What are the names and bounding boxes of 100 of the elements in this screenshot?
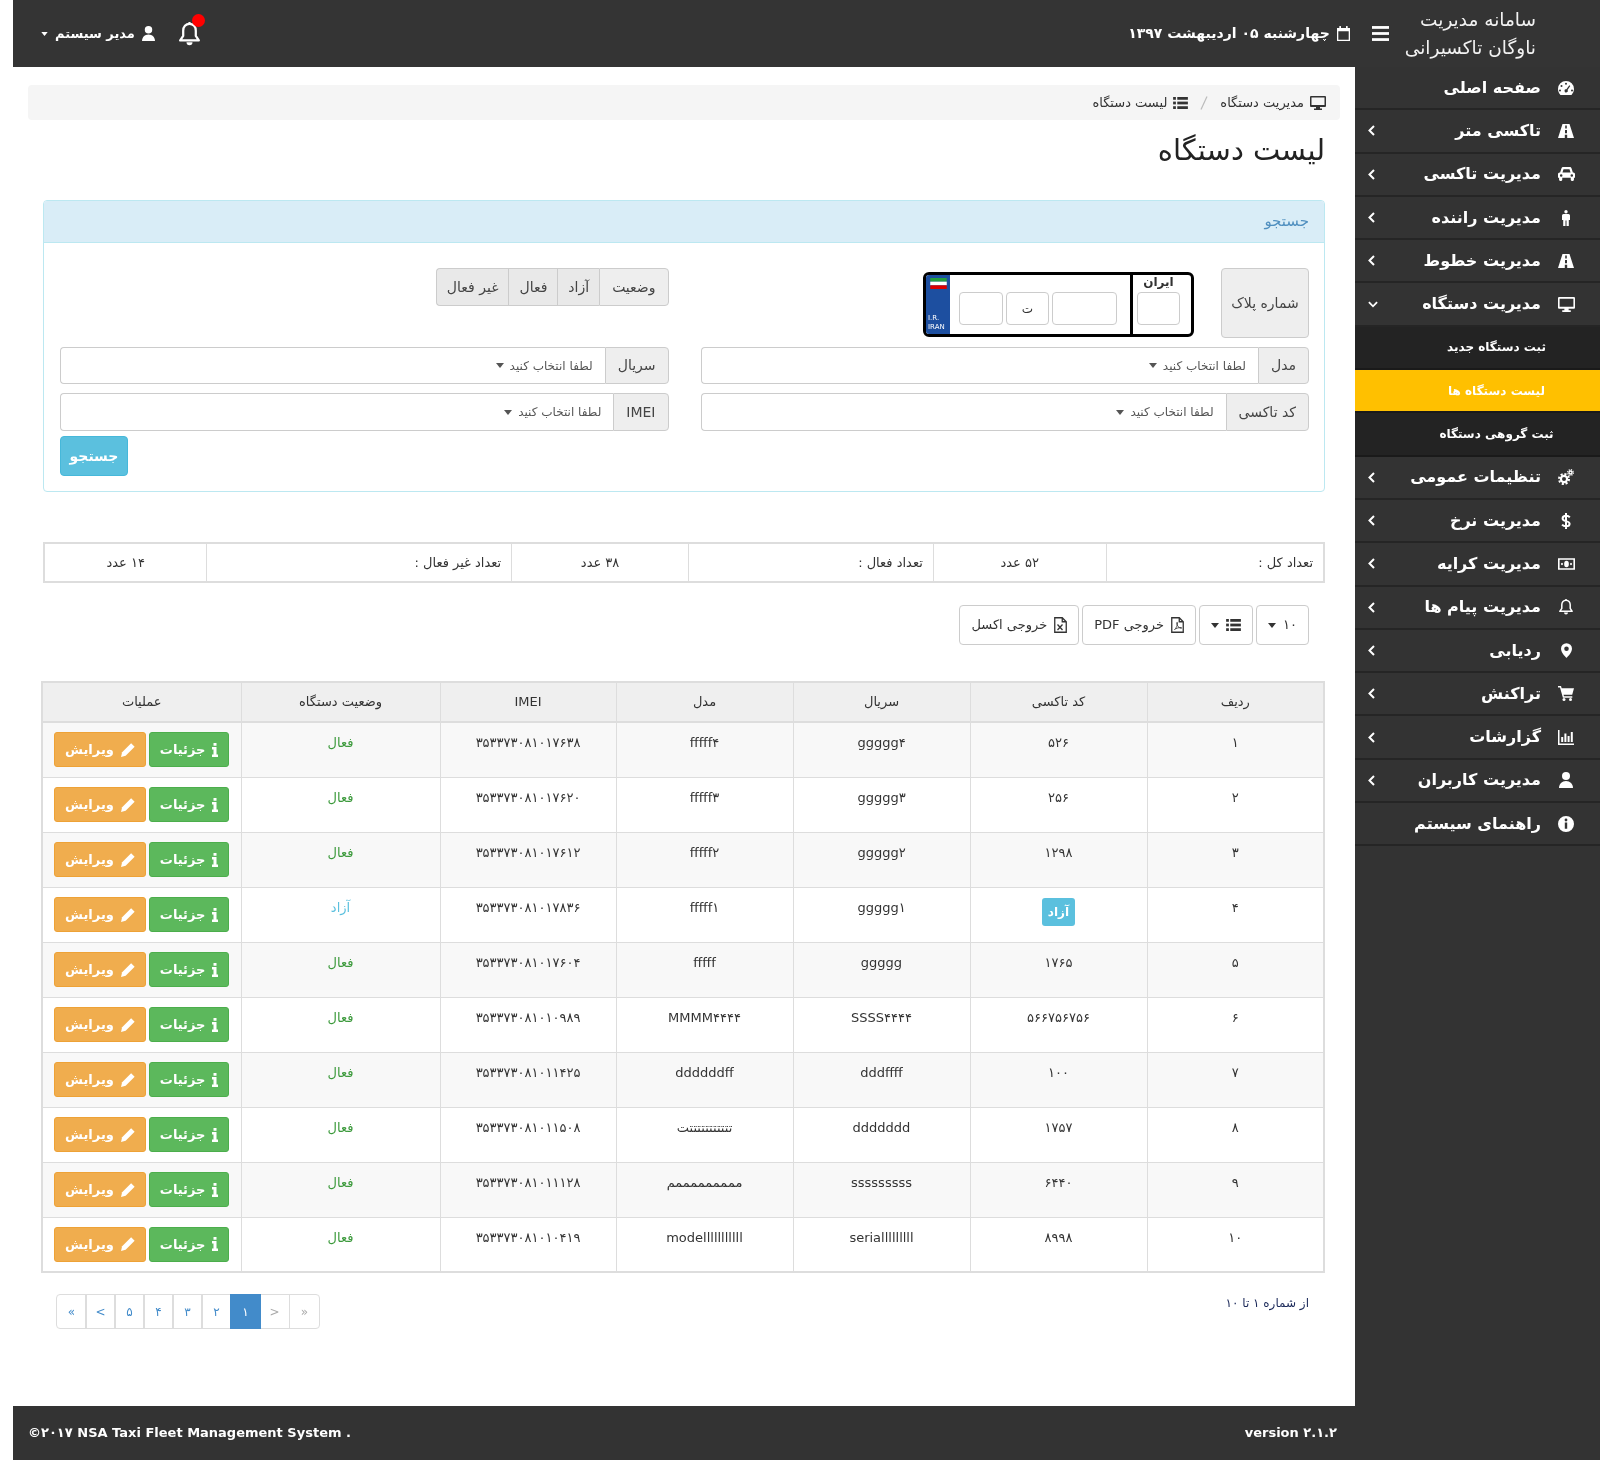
status-text: فعال (241, 832, 440, 887)
table-cell: ۱۲۹۸ (970, 832, 1147, 887)
sidebar-item[interactable]: گزارشات (1355, 716, 1600, 760)
page-link[interactable]: « (56, 1294, 87, 1329)
page-link[interactable]: ۳ (172, 1294, 203, 1329)
dollar-icon (1561, 512, 1571, 529)
user-menu[interactable]: مدیر سیستم (41, 23, 155, 44)
page-link[interactable]: ۲ (201, 1294, 232, 1329)
sidebar-item[interactable]: مدیریت پیام ها (1355, 586, 1600, 630)
sidebar-subitem[interactable]: ثبت گروهی دستگاه (1355, 413, 1600, 457)
details-button[interactable]: جزئیات (148, 842, 230, 877)
select-field[interactable]: لطفا انتخاب کنید (700, 393, 1226, 431)
page-link[interactable]: < (85, 1294, 116, 1329)
status-option[interactable]: فعال (508, 268, 558, 306)
pencil-icon (120, 1127, 135, 1142)
status-text: فعال (241, 1052, 440, 1107)
select-field[interactable]: لطفا انتخاب کنید (60, 347, 605, 384)
bell-icon[interactable] (178, 21, 200, 46)
page-size-dropdown[interactable]: ۱۰ (1256, 605, 1309, 645)
bar-chart-icon (1558, 729, 1574, 745)
export-button[interactable]: خروجی اکسل (959, 605, 1080, 645)
plate-digits-field[interactable] (959, 292, 1003, 325)
user-icon (141, 26, 155, 41)
calendar-icon (1336, 26, 1350, 41)
sidebar-item[interactable]: مدیریت راننده (1355, 196, 1600, 241)
breadcrumb-link[interactable]: مدیریت دستگاه (1220, 92, 1326, 113)
table-cell: مممممممممم (616, 1162, 793, 1217)
table-cell: ggggg۲ (793, 832, 970, 887)
menu-icon[interactable] (1371, 26, 1389, 41)
table-cell: ۱ (1147, 722, 1324, 777)
table-cell: ۳۵۳۳۷۳۰۸۱۰۱۷۸۳۶ (440, 887, 616, 942)
field-label: شماره پلاک (1221, 268, 1309, 338)
table-cell: ۳۵۳۳۷۳۰۸۱۰۱۱۴۲۵ (440, 1052, 616, 1107)
page-title: لیست دستگاه (1156, 132, 1325, 169)
export-button[interactable]: خروجی PDF (1082, 605, 1197, 645)
info-icon (212, 797, 219, 812)
sidebar-item[interactable]: مدیریت کرایه (1355, 543, 1600, 587)
select-field[interactable]: لطفا انتخاب کنید (700, 347, 1258, 384)
chevron-left-icon (1368, 688, 1375, 700)
table-cell: ۴ (1147, 887, 1324, 942)
plate-letter-select[interactable]: ت (1006, 292, 1049, 325)
details-button[interactable]: جزئیات (148, 1226, 230, 1262)
page-link[interactable]: ۴ (143, 1294, 174, 1329)
table-cell: ۱۷۵۷ (970, 1107, 1147, 1162)
pencil-icon (120, 742, 135, 757)
sidebar-item[interactable]: تاکسی متر (1355, 110, 1600, 154)
plate-region-field[interactable] (1137, 292, 1180, 325)
chevron-left-icon (1368, 168, 1375, 180)
status-text: آزاد (241, 887, 440, 942)
pencil-icon (120, 1182, 135, 1197)
pencil-icon (120, 907, 135, 922)
status-text: فعال (241, 997, 440, 1052)
info-icon (212, 1237, 219, 1252)
status-option[interactable]: آزاد (557, 268, 600, 306)
sidebar-item[interactable]: مدیریت تاکسی (1355, 153, 1600, 197)
details-button[interactable]: جزئیات (148, 1062, 230, 1097)
table-cell: fffff۳ (616, 777, 793, 832)
sidebar-item[interactable]: مدیریت کاربران (1355, 759, 1600, 804)
field-label: IMEI (613, 393, 669, 431)
details-button[interactable]: جزئیات (148, 1007, 230, 1042)
sidebar-subitem[interactable]: ثبت دستگاه جدید (1355, 326, 1600, 371)
table-cell: ۳ (1147, 832, 1324, 887)
list-icon (1226, 619, 1242, 631)
page-link[interactable]: ۱ (230, 1294, 261, 1329)
pencil-icon (120, 797, 135, 812)
table-cell: ۱۷۶۵ (970, 942, 1147, 997)
details-button[interactable]: جزئیات (148, 952, 230, 987)
table-cell: ۳۵۳۳۷۳۰۸۱۰۱۱۱۲۸ (440, 1162, 616, 1217)
info-icon (212, 1182, 219, 1197)
sidebar-item[interactable]: صفحه اصلی (1355, 67, 1600, 111)
status-text: فعال (241, 777, 440, 832)
sidebar-item[interactable]: ردیابی (1355, 629, 1600, 674)
bell-icon (1559, 599, 1573, 616)
sidebar-item[interactable]: تراکنش (1355, 673, 1600, 717)
column-header: کد تاکسی (970, 682, 1147, 722)
sidebar-item[interactable]: راهنمای سیستم (1355, 803, 1600, 847)
table-cell: ۷ (1147, 1052, 1324, 1107)
select-field[interactable]: لطفا انتخاب کنید (60, 393, 614, 431)
details-button[interactable]: جزئیات (148, 1172, 230, 1207)
table-cell: ggggg۳ (793, 777, 970, 832)
sidebar-item[interactable]: مدیریت نرخ (1355, 499, 1600, 544)
status-option[interactable]: غیر فعال (435, 268, 509, 306)
chevron-left-icon (1368, 471, 1375, 483)
table-cell: ۸ (1147, 1107, 1324, 1162)
table-cell: fffff۱ (616, 887, 793, 942)
details-button[interactable]: جزئیات (148, 732, 230, 768)
plate-number-field[interactable] (1052, 292, 1117, 325)
chevron-left-icon (1368, 515, 1375, 527)
details-button[interactable]: جزئیات (148, 1117, 230, 1152)
details-button[interactable]: جزئیات (148, 897, 230, 932)
columns-dropdown[interactable] (1199, 605, 1254, 645)
chevron-left-icon (1368, 601, 1375, 613)
copyright-text: ©۲۰۱۷ NSA Taxi Fleet Management System . (28, 1424, 351, 1443)
field-label: مدل (1257, 347, 1309, 384)
page-link[interactable]: ۵ (114, 1294, 145, 1329)
pencil-icon (120, 852, 135, 867)
details-button[interactable]: جزئیات (148, 787, 230, 822)
sidebar-item[interactable]: تنظیمات عمومی (1355, 456, 1600, 500)
search-button[interactable]: جستجو (60, 436, 128, 476)
sidebar-item[interactable]: مدیریت خطوط (1355, 240, 1600, 284)
